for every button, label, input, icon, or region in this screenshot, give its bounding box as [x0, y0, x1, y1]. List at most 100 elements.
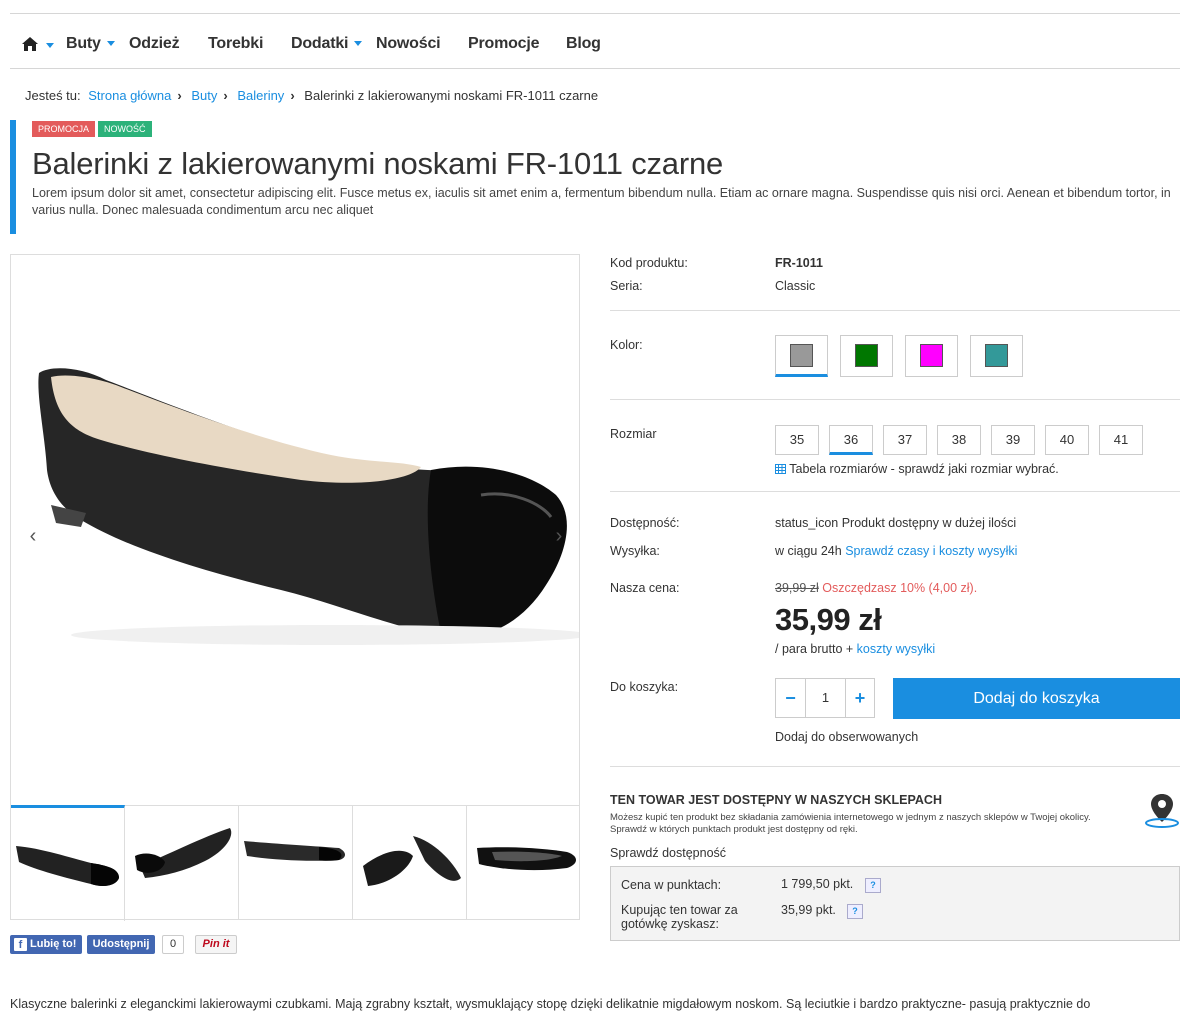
top-divider [10, 13, 1180, 14]
code-value: FR-1011 [775, 256, 823, 270]
color-swatch-teal[interactable] [970, 335, 1023, 377]
current-price: 35,99 zł [775, 602, 882, 637]
nav-item-dodatki[interactable]: Dodatki [291, 35, 363, 53]
breadcrumb-current: Balerinki z lakierowanymi noskami FR-101… [304, 88, 599, 103]
old-price: 39,99 zł [775, 581, 819, 595]
gallery-prev-button[interactable]: ‹ [21, 525, 45, 548]
page-title: Balerinki z lakierowanymi noskami FR-101… [32, 146, 724, 181]
series-link[interactable]: Classic [775, 279, 815, 293]
product-gallery: ‹ › [10, 254, 591, 921]
color-swatch-green[interactable] [840, 335, 893, 377]
facebook-icon: f [14, 938, 27, 951]
divider [610, 399, 1180, 400]
thumbnail-image [16, 846, 119, 886]
main-product-image[interactable]: ‹ › [11, 255, 591, 805]
color-label: Kolor: [610, 338, 643, 352]
chevron-down-icon [106, 41, 115, 47]
thumbnail-2[interactable] [125, 806, 239, 919]
breadcrumb-baleriny[interactable]: Baleriny [237, 88, 284, 103]
points-price-value: 1 799,50 pkt. [781, 877, 854, 891]
price-note: / para brutto + koszty wysyłki [775, 642, 936, 656]
thumbnail-1[interactable] [11, 805, 125, 921]
main-navigation: Buty Odzież Torebki Dodatki Nowości Prom… [10, 24, 1180, 69]
thumbnail-image [363, 836, 461, 886]
shipping-costs-link[interactable]: koszty wysyłki [857, 642, 935, 656]
points-price-label: Cena w punktach: [621, 878, 722, 892]
promo-badge: Promocja [32, 121, 96, 137]
check-availability-link[interactable]: Sprawdź dostępność [610, 846, 726, 860]
size-option-36[interactable]: 36 [829, 425, 873, 455]
chevron-right-icon: › [290, 88, 295, 103]
new-badge: Nowość [98, 121, 152, 137]
home-icon[interactable] [18, 32, 42, 56]
breadcrumb-prefix: Jesteś tu: [25, 88, 81, 103]
shipping-label: Wysyłka: [610, 544, 660, 558]
breadcrumb: Jesteś tu: Strona główna › Buty › Baleriny… [25, 88, 602, 103]
color-chip [920, 344, 943, 367]
cart-label: Do koszyka: [610, 680, 679, 694]
price-label: Nasza cena: [610, 581, 680, 595]
size-option-37[interactable]: 37 [883, 425, 927, 455]
add-to-cart-button[interactable]: Dodaj do koszyka [893, 678, 1180, 719]
shipping-value: w ciągu 24h Sprawdź czasy i koszty wysył… [775, 544, 1018, 558]
size-option-40[interactable]: 40 [1045, 425, 1089, 455]
share-count: 0 [162, 935, 184, 954]
help-icon[interactable]: ? [865, 878, 881, 893]
color-swatch-magenta[interactable] [905, 335, 958, 377]
chevron-right-icon: › [177, 88, 182, 103]
availability-value: status_icon Produkt dostępny w dużej ilo… [775, 516, 1017, 530]
thumbnail-4[interactable] [353, 806, 467, 919]
gallery-next-button[interactable]: › [547, 525, 571, 548]
location-pin-icon [1145, 794, 1179, 828]
qty-input[interactable]: 1 [805, 678, 846, 718]
thumbnail-3[interactable] [239, 806, 353, 919]
stores-title: TEN TOWAR JEST DOSTĘPNY W NASZYCH SKLEPA… [610, 793, 942, 807]
size-label: Rozmiar [610, 427, 657, 441]
savings-text: Oszczędzasz 10% (4,00 zł). [822, 581, 978, 595]
series-label: Seria: [610, 279, 643, 293]
nav-item-torebki[interactable]: Torebki [208, 35, 263, 53]
size-option-39[interactable]: 39 [991, 425, 1035, 455]
title-accent-bar [10, 120, 16, 234]
stores-text: Możesz kupić ten produkt bez składania z… [610, 812, 1091, 835]
divider [610, 310, 1180, 311]
divider [610, 766, 1180, 767]
add-to-watchlist-link[interactable]: Dodaj do obserwowanych [775, 730, 918, 744]
divider [610, 491, 1180, 492]
breadcrumb-home[interactable]: Strona główna [88, 88, 171, 103]
thumbnail-image [135, 828, 232, 878]
qty-increase-button[interactable]: + [845, 678, 875, 718]
nav-item-blog[interactable]: Blog [566, 35, 601, 53]
nav-item-promocje[interactable]: Promocje [468, 35, 540, 53]
pinterest-button[interactable]: Pin it [195, 935, 237, 954]
nav-item-odziez[interactable]: Odzież [129, 35, 180, 53]
color-swatch-grey[interactable] [775, 335, 828, 377]
nav-item-nowosci[interactable]: Nowości [376, 35, 441, 53]
chevron-right-icon: › [223, 88, 228, 103]
thumbnail-5[interactable] [467, 806, 580, 919]
size-option-41[interactable]: 41 [1099, 425, 1143, 455]
breadcrumb-buty[interactable]: Buty [191, 88, 217, 103]
code-label: Kod produktu: [610, 256, 688, 270]
status-icon: status_icon [775, 516, 839, 530]
color-chip [790, 344, 813, 367]
home-dropdown-icon[interactable] [46, 43, 54, 48]
qty-decrease-button[interactable]: − [775, 678, 806, 718]
help-icon[interactable]: ? [847, 904, 863, 919]
chevron-down-icon [354, 41, 363, 47]
table-icon [775, 464, 786, 474]
facebook-like-button[interactable]: f Lubię to! [10, 935, 82, 954]
loyalty-points-box: Cena w punktach: 1 799,50 pkt. ? Kupując… [610, 866, 1180, 941]
size-option-38[interactable]: 38 [937, 425, 981, 455]
size-table-link[interactable]: Tabela rozmiarów - sprawdź jaki rozmiar … [775, 462, 1059, 476]
product-long-description: Klasyczne balerinki z eleganckimi lakier… [10, 997, 1091, 1011]
color-chip [855, 344, 878, 367]
facebook-share-button[interactable]: Udostępnij [87, 935, 155, 954]
points-earn-value: 35,99 pkt. [781, 903, 836, 917]
points-earn-label: Kupując ten towar za gotówkę zyskasz: [621, 903, 738, 931]
product-short-description: Lorem ipsum dolor sit amet, consectetur … [32, 186, 1171, 217]
size-option-35[interactable]: 35 [775, 425, 819, 455]
shoe-image [38, 368, 591, 645]
shipping-costs-link[interactable]: Sprawdź czasy i koszty wysyłki [845, 544, 1017, 558]
nav-item-buty[interactable]: Buty [66, 35, 115, 53]
